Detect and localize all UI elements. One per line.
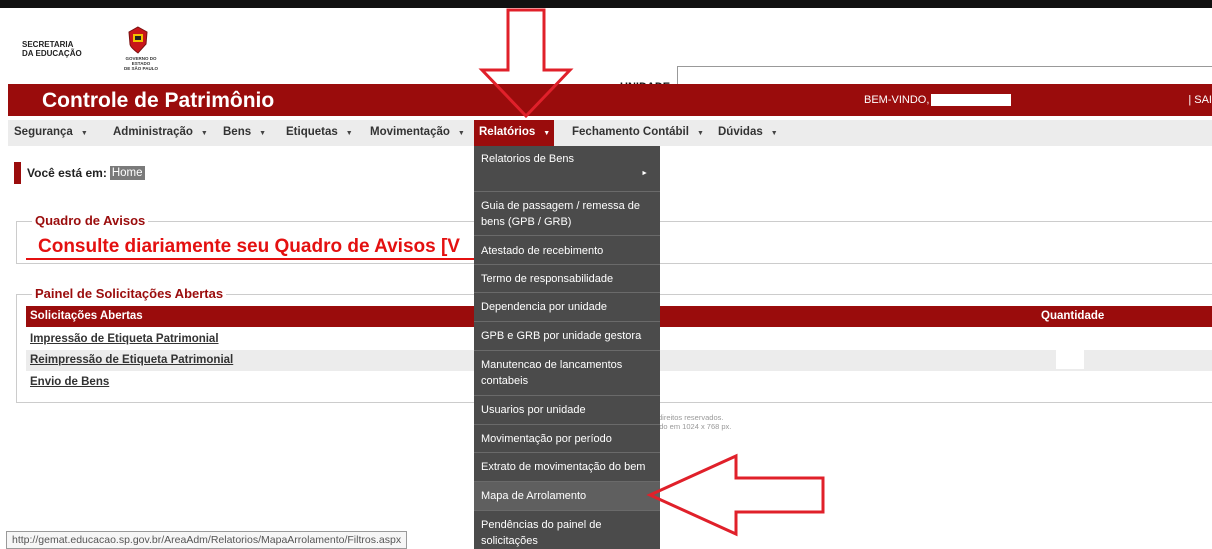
dropdown-item-label: Usuarios por unidade: [481, 404, 586, 416]
chevron-down-icon: ▼: [345, 130, 353, 137]
chevron-down-icon: ▼: [259, 130, 267, 137]
logo-line-2: DA EDUCAÇÃO: [22, 49, 82, 58]
painel-legend: Painel de Solicitações Abertas: [32, 286, 227, 301]
welcome-label: BEM-VINDO,: [864, 94, 930, 106]
dropdown-item-termo[interactable]: Termo de responsabilidade: [474, 265, 660, 293]
avisos-underline: [26, 258, 478, 260]
chevron-down-icon: ▼: [696, 130, 704, 137]
dropdown-item-pendencias[interactable]: Pendências do painel de solicitações: [474, 511, 660, 549]
dropdown-item-label: Extrato de movimentação do bem: [481, 461, 646, 473]
dropdown-item-label: Guia de passagem / remessa de bens (GPB …: [481, 200, 640, 228]
avisos-legend: Quadro de Avisos: [32, 213, 149, 228]
breadcrumb-marker: [14, 162, 21, 184]
menu-relatorios[interactable]: Relatórios ▼: [474, 120, 555, 146]
status-bar-url: http://gemat.educacao.sp.gov.br/AreaAdm/…: [6, 531, 408, 549]
dropdown-item-usuarios[interactable]: Usuarios por unidade: [474, 396, 660, 425]
menu-label: Bens: [223, 126, 252, 138]
welcome-text: BEM-VINDO,: [864, 94, 929, 106]
menu-label: Fechamento Contábil: [572, 126, 689, 138]
dropdown-item-relatorios-de-bens[interactable]: Relatorios de Bens ►: [474, 146, 660, 192]
avisos-link[interactable]: Consulte diariamente seu Quadro de Aviso…: [38, 236, 460, 258]
dropdown-item-label: Dependencia por unidade: [481, 301, 607, 313]
coat-of-arms-icon: [128, 26, 148, 54]
dropdown-item-label: Mapa de Arrolamento: [481, 490, 587, 502]
left-arrow-icon: [646, 453, 825, 537]
app-header: Controle de Patrimônio BEM-VINDO, | SAI: [8, 84, 1212, 116]
menu-label: Dúvidas: [718, 126, 763, 138]
chevron-down-icon: ▼: [80, 130, 88, 137]
breadcrumb-home-link[interactable]: Home: [109, 166, 145, 180]
dropdown-item-label: Manutencao de lancamentos contabeis: [481, 359, 623, 387]
chevron-down-icon: ▼: [543, 130, 551, 137]
footer-text: os direitos reservados. lizado em 1024 x…: [648, 413, 731, 431]
dropdown-item-guia-de-passagem[interactable]: Guia de passagem / remessa de bens (GPB …: [474, 192, 660, 236]
dropdown-item-label: Atestado de recebimento: [481, 245, 604, 257]
breadcrumb: Você está em: Home: [14, 162, 145, 184]
menu-label: Movimentação: [370, 126, 450, 138]
logout-link[interactable]: | SAI: [1188, 94, 1212, 106]
submenu-arrow-icon: ►: [641, 170, 648, 177]
dropdown-item-label: GPB e GRB por unidade gestora: [481, 330, 642, 342]
menu-label: Etiquetas: [286, 126, 338, 138]
menu-label: Administração: [113, 126, 193, 138]
dropdown-item-label: Pendências do painel de solicitações: [481, 519, 602, 547]
relatorios-dropdown: Relatorios de Bens ► Guia de passagem / …: [474, 146, 660, 549]
logo-line-1: SECRETARIA: [22, 40, 74, 49]
menu-administracao[interactable]: Administração ▼: [113, 126, 208, 138]
dropdown-item-extrato[interactable]: Extrato de movimentação do bem: [474, 453, 660, 482]
secretaria-logo: SECRETARIA DA EDUCAÇÃO: [22, 40, 82, 58]
column-header-quantidade: Quantidade: [1041, 310, 1105, 322]
menu-movimentacao[interactable]: Movimentação ▼: [370, 126, 465, 138]
footer-line-2: lizado em 1024 x 768 px.: [648, 422, 732, 431]
dropdown-item-atestado[interactable]: Atestado de recebimento: [474, 236, 660, 265]
menu-duvidas[interactable]: Dúvidas ▼: [718, 126, 778, 138]
chevron-down-icon: ▼: [770, 130, 778, 137]
row-link[interactable]: Impressão de Etiqueta Patrimonial: [30, 333, 219, 345]
government-logo-text: GOVERNO DO ESTADO DE SÃO PAULO: [118, 56, 164, 71]
dropdown-item-gpb-grb[interactable]: GPB e GRB por unidade gestora: [474, 322, 660, 351]
top-black-bar: [0, 0, 1212, 8]
footer-line-1: os direitos reservados.: [648, 413, 724, 422]
menu-etiquetas[interactable]: Etiquetas ▼: [286, 126, 353, 138]
dropdown-item-mapa-arrolamento[interactable]: Mapa de Arrolamento: [474, 482, 660, 511]
menu-seguranca[interactable]: Segurança ▼: [14, 126, 88, 138]
chevron-down-icon: ▼: [457, 130, 465, 137]
row-link[interactable]: Reimpressão de Etiqueta Patrimonial: [30, 354, 233, 366]
dropdown-item-movimentacao-periodo[interactable]: Movimentação por período: [474, 425, 660, 453]
gov-line-1: GOVERNO DO ESTADO: [125, 56, 157, 66]
row-link[interactable]: Envio de Bens: [30, 376, 109, 388]
dropdown-item-dependencia[interactable]: Dependencia por unidade: [474, 293, 660, 322]
page-title: Controle de Patrimônio: [42, 89, 275, 112]
menu-label: Relatórios: [479, 126, 536, 138]
dropdown-item-label: Relatorios de Bens: [481, 153, 574, 165]
quantity-cell: [1056, 350, 1084, 369]
dropdown-item-label: Movimentação por período: [481, 433, 612, 445]
main-menu: Segurança ▼ Administração ▼ Bens ▼ Etiqueta…: [8, 120, 1212, 146]
gov-line-2: DE SÃO PAULO: [124, 66, 158, 71]
menu-label: Segurança: [14, 126, 73, 138]
breadcrumb-label: Você está em:: [27, 166, 107, 180]
dropdown-item-manutencao[interactable]: Manutencao de lancamentos contabeis: [474, 351, 660, 396]
menu-fechamento-contabil[interactable]: Fechamento Contábil ▼: [572, 126, 704, 138]
dropdown-item-label: Termo de responsabilidade: [481, 273, 614, 285]
menu-bens[interactable]: Bens ▼: [223, 126, 266, 138]
chevron-down-icon: ▼: [200, 130, 208, 137]
redacted-username: [931, 94, 1011, 106]
column-header-solicitacoes: Solicitações Abertas: [30, 310, 143, 322]
